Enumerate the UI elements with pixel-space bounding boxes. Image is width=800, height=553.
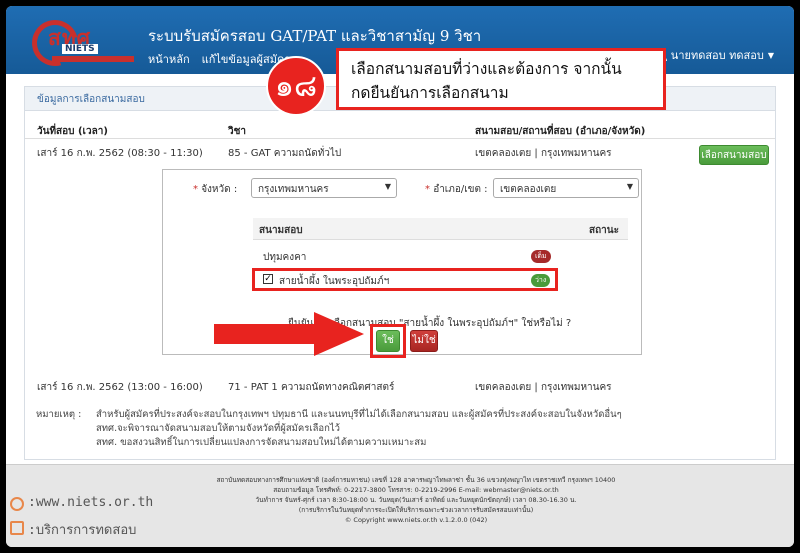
venue-name[interactable]: ปทุมคงคา <box>263 250 306 265</box>
notes-label: หมายเหตุ : <box>36 409 82 420</box>
app-frame: สทศ NIETS ระบบรับสมัครสอบ GAT/PAT และวิช… <box>6 6 794 547</box>
note-line: สำหรับผู้สมัครที่ประสงค์จะสอบในกรุงเทพฯ … <box>96 409 622 420</box>
row-subject: 71 - PAT 1 ความถนัดทางคณิตศาสตร์ <box>228 382 395 393</box>
home-icon <box>10 521 24 535</box>
footer-line: © Copyright www.niets.or.th v.1.2.0.0 (0… <box>344 516 488 524</box>
table-row: เสาร์ 16 ก.พ. 2562 (08:30 - 11:30) 85 - … <box>25 143 775 165</box>
nav-links: หน้าหลัก แก้ไขข้อมูลผู้สมัคร <box>148 50 290 68</box>
yes-highlight <box>370 324 406 358</box>
callout-line: เลือกสนามสอบที่ว่างและต้องการ จากนั้น <box>351 60 622 78</box>
col-location: สนามสอบ/สถานที่สอบ (อำเภอ/จังหวัด) <box>475 126 646 137</box>
logo-sub: NIETS <box>62 44 98 54</box>
footer-line: วันทำการ จันทร์-ศุกร์ เวลา 8:30-18:00 น.… <box>255 496 577 504</box>
confirm-no-button[interactable]: ไม่ใช่ <box>410 330 438 352</box>
footer-line: (การบริการในวันหยุดทำการจะเปิดให้บริการเ… <box>298 506 534 514</box>
col-subject: วิชา <box>228 126 247 137</box>
caret-down-icon: ▼ <box>767 50 774 60</box>
globe-icon <box>10 497 24 511</box>
footer: สถาบันทดสอบทางการศึกษาแห่งชาติ (องค์การม… <box>6 464 794 547</box>
row-location: เขตคลองเตย | กรุงเทพมหานคร <box>475 148 612 159</box>
table-header: วันที่สอบ (เวลา) วิชา สนามสอบ/สถานที่สอบ… <box>25 121 775 139</box>
selected-venue-highlight <box>252 268 558 291</box>
province-label: * จังหวัด : <box>193 184 238 195</box>
row-location: เขตคลองเตย | กรุงเทพมหานคร <box>475 382 612 393</box>
user-menu[interactable]: นายทดสอบ ทดสอบ ▼ <box>656 46 774 64</box>
note-line: สทศ.จะพิจารณาจัดสนามสอบให้ตามจังหวัดที่ผ… <box>96 423 340 434</box>
select-site-button[interactable]: เลือกสนามสอบ <box>699 145 769 165</box>
province-select[interactable]: กรุงเทพมหานคร ▼ <box>251 178 397 198</box>
nav-home[interactable]: หน้าหลัก <box>148 50 190 68</box>
footer-line: สอบถามข้อมูล โทรศัพท์: 0-2217-3800 โทรสา… <box>273 486 559 494</box>
step-number-badge: ๑๘ <box>266 56 326 116</box>
chevron-down-icon: ▼ <box>384 182 391 191</box>
col-date: วันที่สอบ (เวลา) <box>37 126 108 137</box>
footer-info: สถาบันทดสอบทางการศึกษาแห่งชาติ (องค์การม… <box>206 475 626 525</box>
instruction-callout: เลือกสนามสอบที่ว่างและต้องการ จากนั้น กด… <box>336 48 666 110</box>
status-badge: เต็ม <box>531 250 551 263</box>
venue-table-header: สนามสอบ สถานะ <box>253 218 628 240</box>
col-venue: สนามสอบ <box>259 225 303 236</box>
row-date: เสาร์ 16 ก.พ. 2562 (13:00 - 16:00) <box>37 382 203 393</box>
row-subject: 85 - GAT ความถนัดทั่วไป <box>228 148 342 159</box>
chevron-down-icon: ▼ <box>626 182 633 191</box>
row-date: เสาร์ 16 ก.พ. 2562 (08:30 - 11:30) <box>37 148 203 159</box>
footer-line: สถาบันทดสอบทางการศึกษาแห่งชาติ (องค์การม… <box>216 476 616 484</box>
watermark-service: :บริการการทดสอบ <box>28 523 137 538</box>
district-label: * อำเภอ/เขต : <box>425 184 488 195</box>
district-select[interactable]: เขตคลองเตย ▼ <box>493 178 639 198</box>
logo-bar <box>52 56 134 62</box>
col-status: สถานะ <box>589 225 619 236</box>
notes-text: สำหรับผู้สมัครที่ประสงค์จะสอบในกรุงเทพฯ … <box>96 408 756 450</box>
note-line: สทศ. ขอสงวนสิทธิ์ในการเปลี่ยนแปลงการจัดส… <box>96 437 427 448</box>
user-name: นายทดสอบ ทดสอบ <box>670 49 764 62</box>
watermark-url: :www.niets.or.th <box>28 495 154 510</box>
table-row: เสาร์ 16 ก.พ. 2562 (13:00 - 16:00) 71 - … <box>25 377 775 399</box>
app-title: ระบบรับสมัครสอบ GAT/PAT และวิชาสามัญ 9 ว… <box>148 27 482 45</box>
niets-logo[interactable]: สทศ NIETS <box>23 11 142 75</box>
arrow-right-icon <box>214 312 364 356</box>
callout-line: กดยืนยันการเลือกสนาม <box>351 84 509 102</box>
